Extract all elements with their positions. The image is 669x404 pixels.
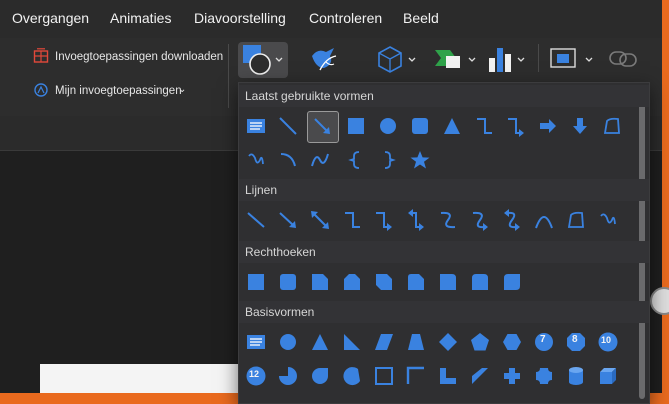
left-brace-shape[interactable] — [343, 147, 369, 173]
link-icon[interactable] — [608, 46, 638, 72]
heptagon-shape[interactable]: 7 — [531, 329, 557, 355]
diamond-shape[interactable] — [435, 329, 461, 355]
curved-arrow-connector-shape[interactable] — [467, 207, 493, 233]
rounded-rectangle-shape[interactable] — [407, 113, 433, 139]
freeform-shape[interactable] — [599, 113, 625, 139]
triangle-shape[interactable] — [439, 113, 465, 139]
round-diagonal-rectangle-shape[interactable] — [499, 269, 525, 295]
section-basic-shapes: Basisvormen — [239, 301, 649, 323]
diagonal-stripe-shape[interactable] — [467, 363, 493, 389]
heptagon-label: 7 — [540, 334, 546, 345]
trapezoid-shape[interactable] — [403, 329, 429, 355]
menu-beeld[interactable]: Beeld — [403, 10, 439, 26]
oval-shape[interactable] — [275, 329, 301, 355]
menu-animaties[interactable]: Animaties — [110, 10, 171, 26]
elbow-connector-shape[interactable] — [471, 113, 497, 139]
arc-shape[interactable] — [275, 147, 301, 173]
plaque-shape[interactable] — [531, 363, 557, 389]
curved-connector-shape[interactable] — [435, 207, 461, 233]
menu-diavoorstelling[interactable]: Diavoorstelling — [194, 10, 286, 26]
teardrop-shape[interactable] — [307, 363, 333, 389]
chord-shape[interactable] — [339, 363, 365, 389]
menu-bar: Overgangen Animaties Diavoorstelling Con… — [0, 0, 662, 38]
my-addins-icon — [33, 82, 49, 98]
line-shape[interactable] — [275, 113, 301, 139]
freeform-shape[interactable] — [563, 207, 589, 233]
line-arrow-shape[interactable] — [275, 207, 301, 233]
rectangle-shape[interactable] — [343, 113, 369, 139]
snip-round-rectangle-shape[interactable] — [403, 269, 429, 295]
triangle-shape[interactable] — [307, 329, 333, 355]
oval-shape[interactable] — [375, 113, 401, 139]
elbow-connector-shape[interactable] — [339, 207, 365, 233]
right-brace-shape[interactable] — [375, 147, 401, 173]
dodecagon-shape[interactable]: 12 — [243, 363, 269, 389]
cross-shape[interactable] — [499, 363, 525, 389]
decagon-label: 10 — [601, 335, 612, 345]
curve-shape[interactable] — [307, 147, 333, 173]
ribbon-divider-2 — [538, 44, 539, 72]
snip-corner-rectangle-shape[interactable] — [307, 269, 333, 295]
textbox-shape[interactable] — [243, 113, 269, 139]
shapes-button[interactable] — [238, 42, 288, 78]
half-frame-shape[interactable] — [403, 363, 429, 389]
round-same-side-rectangle-shape[interactable] — [467, 269, 493, 295]
arrow-line-shape[interactable] — [307, 111, 339, 143]
can-shape[interactable] — [563, 363, 589, 389]
get-addins-button[interactable]: Invoegtoepassingen downloaden — [55, 51, 223, 63]
parallelogram-shape[interactable] — [371, 329, 397, 355]
3d-models-icon[interactable] — [376, 44, 420, 74]
elbow-arrow-connector-shape[interactable] — [503, 113, 529, 139]
cube-shape[interactable] — [595, 363, 621, 389]
elbow-arrow-connector-shape[interactable] — [371, 207, 397, 233]
shapes-gallery: Laatst gebruikte vormen Lijnen Rechthoek… — [238, 82, 650, 404]
scribble-shape[interactable] — [243, 147, 269, 173]
right-arrow-shape[interactable] — [535, 113, 561, 139]
octagon-shape[interactable]: 8 — [563, 329, 589, 355]
down-arrow-shape[interactable] — [567, 113, 593, 139]
elbow-double-arrow-shape[interactable] — [403, 207, 429, 233]
section-rectangles: Rechthoeken — [239, 241, 649, 263]
scribble-shape[interactable] — [595, 207, 621, 233]
store-icon — [33, 48, 49, 64]
snip-diagonal-rectangle-shape[interactable] — [371, 269, 397, 295]
my-addins-button[interactable]: Mijn invoegtoepassingen — [55, 85, 182, 97]
slide-thumbnail-strip — [40, 364, 240, 393]
dodecagon-label: 12 — [249, 369, 260, 379]
snip-same-side-rectangle-shape[interactable] — [339, 269, 365, 295]
textbox-shape[interactable] — [243, 329, 269, 355]
decagon-shape[interactable]: 10 — [595, 329, 621, 355]
round-single-corner-rectangle-shape[interactable] — [435, 269, 461, 295]
ribbon-divider — [228, 44, 229, 108]
rectangle-shape[interactable] — [243, 269, 269, 295]
octagon-label: 8 — [572, 334, 578, 345]
l-shape[interactable] — [435, 363, 461, 389]
icons-icon[interactable] — [308, 44, 342, 74]
chart-icon[interactable] — [486, 44, 530, 74]
pentagon-shape[interactable] — [467, 329, 493, 355]
section-lines: Lijnen — [239, 179, 649, 201]
screenshot-icon[interactable] — [548, 46, 598, 72]
menu-overgangen[interactable]: Overgangen — [12, 10, 89, 26]
smartart-icon[interactable] — [432, 44, 480, 74]
frame-shape[interactable] — [371, 363, 397, 389]
line-shape[interactable] — [243, 207, 269, 233]
my-addins-chevron-icon[interactable]: ⌄ — [178, 84, 186, 95]
right-triangle-shape[interactable] — [339, 329, 365, 355]
menu-controleren[interactable]: Controleren — [309, 10, 382, 26]
curved-double-arrow-shape[interactable] — [499, 207, 525, 233]
pie-shape[interactable] — [275, 363, 301, 389]
curve-shape[interactable] — [531, 207, 557, 233]
double-arrow-line-shape[interactable] — [307, 207, 333, 233]
hexagon-shape[interactable] — [499, 329, 525, 355]
star-shape[interactable] — [407, 147, 433, 173]
section-recent-shapes: Laatst gebruikte vormen — [239, 85, 649, 107]
rounded-rectangle-shape[interactable] — [275, 269, 301, 295]
